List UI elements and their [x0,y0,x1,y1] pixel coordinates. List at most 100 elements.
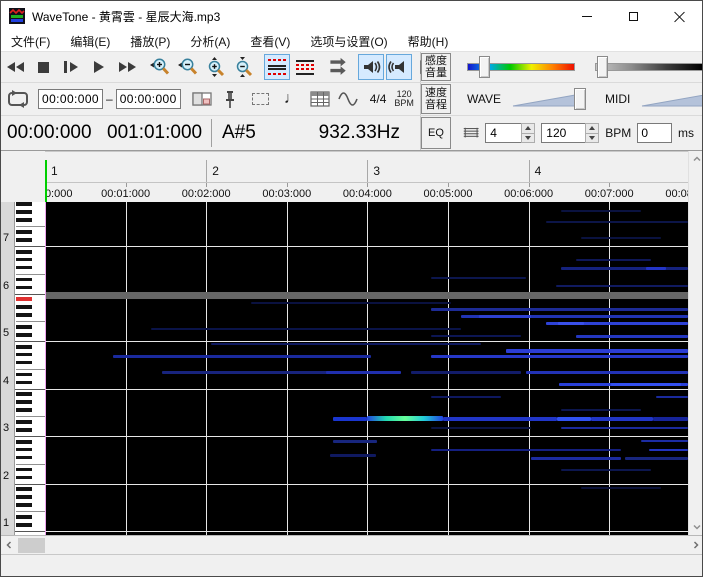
wave-volume-thumb[interactable] [574,88,586,110]
piano-black-key[interactable] [16,230,32,234]
wave-audio-toggle[interactable] [358,54,384,80]
piano-black-key[interactable] [16,202,32,206]
menu-file[interactable]: 文件(F) [1,31,60,52]
loop-end-field[interactable]: 00:00:000 [116,89,181,109]
scroll-up-button[interactable] [689,151,703,167]
volume-display-slider-thumb[interactable] [597,56,608,78]
tempo-display[interactable]: 120BPM [394,90,414,108]
close-button[interactable] [656,1,702,31]
piano-black-key[interactable] [16,440,32,444]
spectrogram-canvas[interactable] [45,202,688,535]
piano-black-key[interactable] [16,373,32,377]
zoom-out-horizontal-button[interactable] [175,54,201,80]
rewind-button[interactable] [2,54,28,80]
piano-black-key[interactable] [16,476,32,480]
sensitivity-slider-thumb[interactable] [479,56,490,78]
piano-black-key[interactable] [16,495,32,499]
expand-range-button[interactable] [292,54,318,80]
piano-black-key[interactable] [16,333,32,337]
piano-black-key[interactable] [16,428,32,432]
piano-black-key[interactable] [16,313,32,317]
piano-black-key[interactable] [16,353,32,357]
step-play-button[interactable] [58,54,84,80]
sensitivity-slider[interactable] [467,55,575,79]
piano-black-key[interactable] [16,218,32,222]
piano-black-key[interactable] [16,361,32,365]
midi-volume-slider[interactable] [640,87,703,111]
bpm-down-button[interactable] [586,133,598,143]
piano-black-key[interactable] [16,278,32,282]
scroll-right-button[interactable] [688,537,703,553]
bpm-value[interactable]: 120 [541,123,585,143]
scroll-left-button[interactable] [1,537,17,553]
playhead-marker[interactable] [45,160,47,202]
loop-start-field[interactable]: 00:00:000 [38,89,103,109]
menu-edit[interactable]: 编辑(E) [60,31,120,52]
piano-black-key[interactable] [16,503,32,507]
title-bar[interactable]: WaveTone - 黄霄雲 - 星辰大海.mp3 [1,1,702,31]
measure-ruler[interactable]: 1234 [45,152,688,183]
minimize-button[interactable] [564,1,610,31]
loop-button[interactable] [5,86,31,112]
horizontal-scrollbar[interactable] [1,535,703,554]
horizontal-scroll-thumb[interactable] [18,538,45,553]
time-signature[interactable]: 4/4 [370,92,387,106]
time-ruler[interactable]: 00:00:00000:01:00000:02:00000:03:00000:0… [45,183,688,202]
piano-black-key[interactable] [16,210,32,214]
piano-black-key[interactable] [16,400,32,404]
transfer-button[interactable] [325,54,351,80]
piano-black-key[interactable] [16,345,32,349]
piano-black-key[interactable] [16,456,32,460]
piano-black-key[interactable] [16,420,32,424]
wave-volume-slider[interactable] [511,87,589,111]
maximize-button[interactable] [610,1,656,31]
piano-black-key[interactable] [16,266,32,270]
split-view-button[interactable] [189,86,215,112]
menu-play[interactable]: 播放(P) [120,31,180,52]
piano-black-key[interactable] [16,392,32,396]
midi-audio-toggle[interactable] [386,54,412,80]
volume-display-slider-track[interactable] [595,63,703,71]
piano-black-key[interactable] [16,487,32,491]
piano-black-key[interactable] [16,325,32,329]
bpm-spinner[interactable]: 120 [541,123,599,143]
piano-black-key[interactable] [16,468,32,472]
collapse-range-button[interactable] [264,54,290,80]
piano-highlight-key-A#5[interactable] [16,297,32,301]
volume-display-slider[interactable] [595,55,703,79]
waveform-button[interactable] [335,86,361,112]
piano-black-key[interactable] [16,381,32,385]
piano-black-key[interactable] [16,408,32,412]
fast-forward-button[interactable] [114,54,140,80]
scroll-down-button[interactable] [689,519,703,535]
eq-button[interactable]: EQ [421,117,451,149]
piano-keyboard[interactable]: 7654321 [1,202,45,535]
beats-down-button[interactable] [522,133,534,143]
menu-analyze[interactable]: 分析(A) [180,31,240,52]
vertical-scrollbar[interactable] [688,151,703,535]
beats-up-button[interactable] [522,124,534,133]
piano-black-key[interactable] [16,238,32,242]
play-button[interactable] [86,54,112,80]
piano-black-key[interactable] [16,515,32,519]
pin-button[interactable] [217,86,243,112]
offset-ms-field[interactable]: 0 [637,123,672,143]
menu-view[interactable]: 查看(V) [240,31,300,52]
menu-help[interactable]: 帮助(H) [398,31,459,52]
piano-black-key[interactable] [16,258,32,262]
beats-value[interactable]: 4 [485,123,521,143]
timeline-ruler[interactable]: 1234 00:00:00000:01:00000:02:00000:03:00… [45,151,688,202]
piano-black-key[interactable] [16,523,32,527]
piano-black-key[interactable] [16,305,32,309]
menu-options-settings[interactable]: 选项与设置(O) [300,31,397,52]
bpm-up-button[interactable] [586,124,598,133]
grid-table-button[interactable] [307,86,333,112]
zoom-in-horizontal-button[interactable] [147,54,173,80]
selection-button[interactable] [248,86,274,112]
zoom-in-vertical-button[interactable] [203,54,229,80]
piano-black-key[interactable] [16,286,32,290]
beats-spinner[interactable]: 4 [485,123,535,143]
zoom-out-vertical-button[interactable] [231,54,257,80]
piano-black-key[interactable] [16,250,32,254]
note-input-button[interactable]: ♩ [279,86,305,112]
